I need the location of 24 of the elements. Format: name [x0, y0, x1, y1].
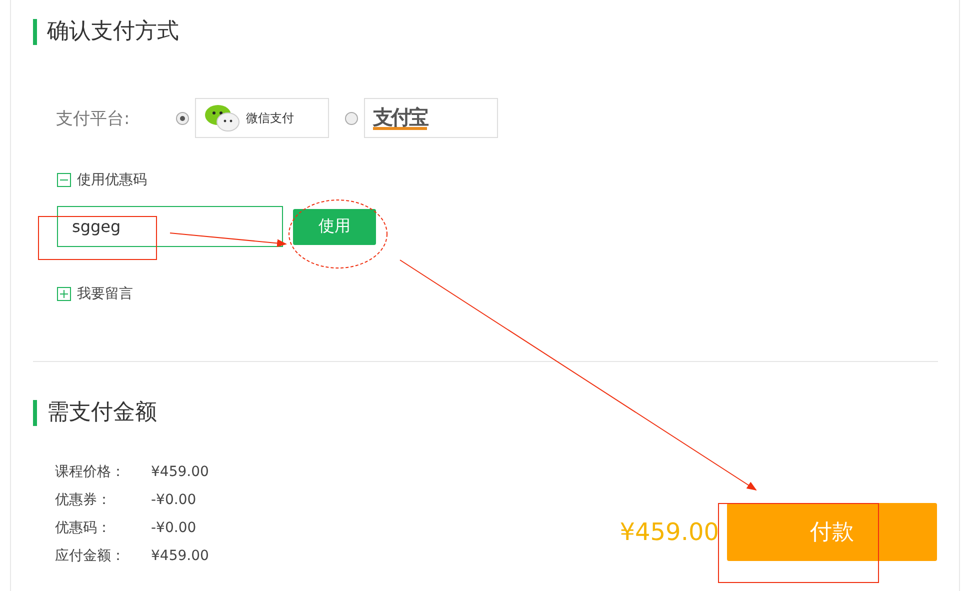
amount-value: -¥0.00	[151, 520, 196, 536]
collapse-icon[interactable]	[57, 173, 71, 187]
alipay-logo: 支付宝	[373, 106, 427, 130]
platform-label: 支付平台:	[56, 108, 131, 130]
toggle-label[interactable]: 使用优惠码	[77, 171, 147, 189]
radio-button[interactable]	[345, 112, 358, 124]
amount-label: 应付金额：	[55, 547, 126, 565]
toggle-label[interactable]: 我要留言	[77, 285, 133, 303]
option-label: 微信支付	[246, 110, 294, 126]
amount-label: 优惠码：	[55, 519, 112, 537]
expand-icon[interactable]	[57, 287, 71, 301]
amount-value: ¥459.00	[151, 464, 209, 480]
section-title: 需支付金额	[33, 400, 937, 426]
amount-value: -¥0.00	[151, 492, 196, 508]
total-amount: ¥459.00	[620, 518, 719, 546]
amount-value: ¥459.00	[151, 548, 209, 564]
coupon-input[interactable]: sggeg	[57, 206, 283, 247]
amount-label: 课程价格：	[55, 463, 126, 481]
amount-label: 优惠券：	[55, 491, 112, 509]
chat-bubbles-icon	[204, 104, 240, 132]
section-title: 确认支付方式	[33, 19, 937, 45]
payment-option[interactable]: 微信支付	[195, 98, 329, 138]
payment-option[interactable]: 支付宝	[364, 98, 498, 138]
radio-button[interactable]	[176, 112, 189, 124]
